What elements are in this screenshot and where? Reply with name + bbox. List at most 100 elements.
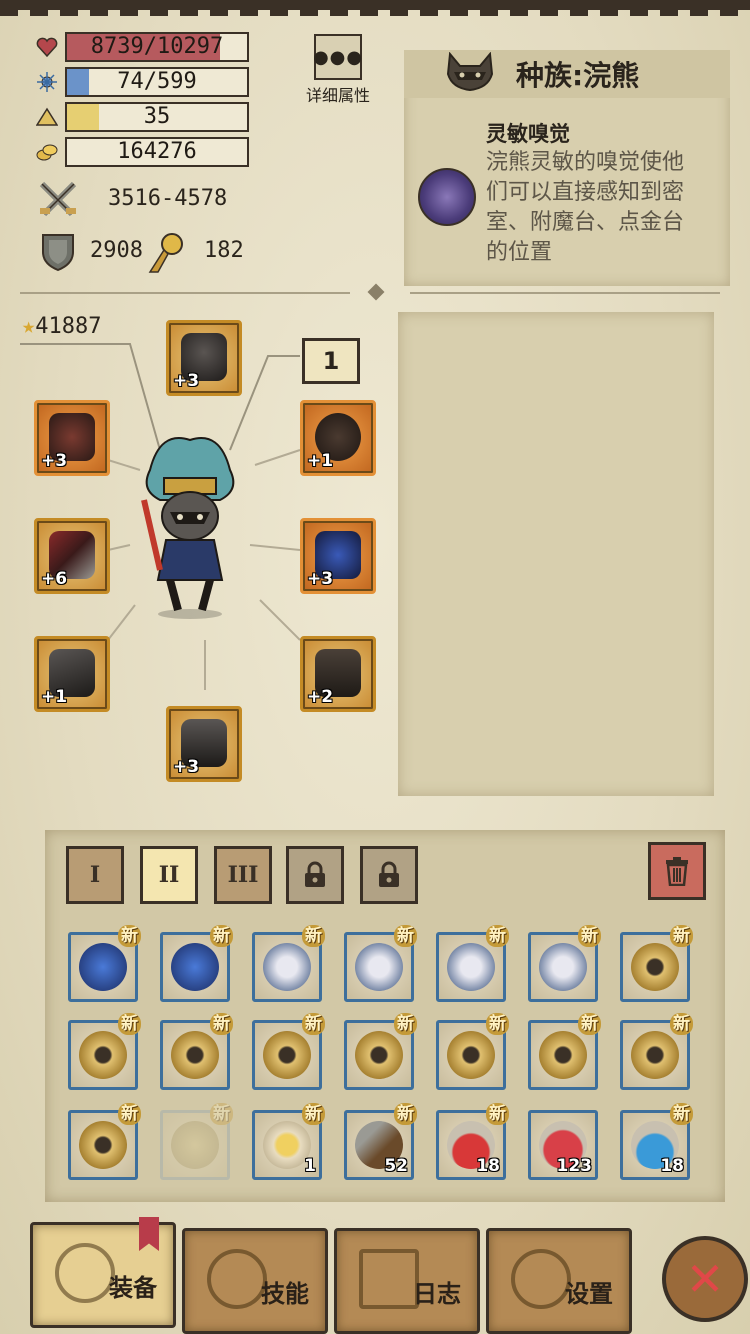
inventory-slot[interactable]: 新 <box>68 925 141 1002</box>
new-badge: 新 <box>118 1103 141 1125</box>
item-quantity: 18 <box>476 1156 500 1176</box>
new-badge: 新 <box>118 925 141 947</box>
inventory-slot[interactable]: 新 <box>528 925 601 1002</box>
amulet-slot[interactable]: +3 <box>34 400 110 476</box>
race-title: 种族:浣熊 <box>516 59 640 92</box>
character-portrait <box>130 430 250 620</box>
gloves-enhance: +1 <box>41 687 68 707</box>
weapon-enhance: +6 <box>41 569 68 589</box>
new-badge: 新 <box>670 925 693 947</box>
gold-ring-icon <box>79 1121 127 1169</box>
bookmark-ribbon-icon <box>139 1217 159 1251</box>
item-detail-panel <box>398 312 714 796</box>
gloves-slot[interactable]: +1 <box>34 636 110 712</box>
inventory-tab-2-label: II <box>158 862 180 888</box>
gold-ring-icon <box>447 1031 495 1079</box>
close-button[interactable]: ✕ <box>662 1236 748 1322</box>
armor-slot[interactable]: +3 <box>300 518 376 594</box>
inventory-slot[interactable]: 新 18 <box>436 1103 509 1180</box>
game-screen: 8739/10297 74/599 35 164276 3516-4578 29… <box>0 0 750 1334</box>
helmet-enhance: +3 <box>173 371 200 391</box>
lock-icon <box>379 861 399 887</box>
inventory-slot[interactable]: 新 <box>68 1013 141 1090</box>
item-quantity: 52 <box>384 1156 408 1176</box>
gear-nav-icon <box>511 1249 571 1309</box>
inventory-slot[interactable]: 新 <box>436 1013 509 1090</box>
inventory-slot[interactable]: 新 <box>620 925 693 1002</box>
ring-slot[interactable]: +1 <box>300 400 376 476</box>
new-badge: 新 <box>394 1103 417 1125</box>
inventory-slot[interactable]: 新 <box>252 1013 325 1090</box>
trash-button[interactable] <box>648 842 706 900</box>
inventory-tab-3-label: III <box>227 862 259 888</box>
nav-settings-tab[interactable]: 设置 <box>486 1228 632 1334</box>
inventory-slot[interactable]: 新 <box>344 1013 417 1090</box>
divider-right <box>410 292 720 294</box>
item-quantity: 123 <box>556 1156 593 1176</box>
inventory-slot[interactable]: 新 52 <box>344 1103 417 1180</box>
inventory-tab-2[interactable]: II <box>140 846 198 904</box>
new-badge: 新 <box>578 925 601 947</box>
skill-name: 灵敏嗅觉 <box>486 122 570 146</box>
boots-slot[interactable]: +3 <box>166 706 242 782</box>
inventory-slot[interactable]: 新 <box>160 925 233 1002</box>
inventory-tab-1[interactable]: I <box>66 846 124 904</box>
nav-log-tab[interactable]: 日志 <box>334 1228 480 1334</box>
inventory-slot[interactable]: 新 <box>160 1103 233 1180</box>
new-badge: 新 <box>670 1103 693 1125</box>
boots-enhance: +3 <box>173 757 200 777</box>
lock-icon <box>305 861 325 887</box>
new-badge: 新 <box>670 1013 693 1035</box>
gold-ring-icon <box>631 943 679 991</box>
inventory-tab-3[interactable]: III <box>214 846 272 904</box>
inventory-slot[interactable]: 新 <box>252 925 325 1002</box>
inventory-tab-4-locked[interactable] <box>286 846 344 904</box>
gold-ring-icon <box>171 1031 219 1079</box>
new-badge: 新 <box>118 1013 141 1035</box>
race-panel: 种族:浣熊 灵敏嗅觉 浣熊灵敏的嗅觉使他们可以直接感知到密室、附魔台、点金台的位… <box>404 50 730 286</box>
new-badge: 新 <box>486 1013 509 1035</box>
pants-enhance: +2 <box>307 687 334 707</box>
nav-equip-label: 装备 <box>109 1274 157 1302</box>
inventory-slot[interactable]: 新 <box>620 1013 693 1090</box>
keen-smell-skill-icon[interactable] <box>418 168 476 226</box>
inventory-slot[interactable]: 新 <box>68 1103 141 1180</box>
nav-log-label: 日志 <box>413 1280 461 1308</box>
nav-equip-tab[interactable]: 装备 <box>30 1217 176 1328</box>
new-badge: 新 <box>210 1013 233 1035</box>
spoiled-food-icon <box>171 1121 219 1169</box>
pants-slot[interactable]: +2 <box>300 636 376 712</box>
inventory-slot[interactable]: 新 <box>528 1013 601 1090</box>
nav-skills-label: 技能 <box>261 1280 309 1308</box>
new-badge: 新 <box>394 1013 417 1035</box>
new-badge: 新 <box>578 1013 601 1035</box>
race-header: 种族:浣熊 <box>404 50 730 98</box>
inventory-slot[interactable]: 新 18 <box>620 1103 693 1180</box>
inventory-slot[interactable]: 新 <box>436 925 509 1002</box>
nav-skills-tab[interactable]: 技能 <box>182 1228 328 1334</box>
new-badge: 新 <box>210 1103 233 1125</box>
book-nav-icon <box>359 1249 419 1309</box>
ring-enhance: +1 <box>307 451 334 471</box>
inventory-slot[interactable]: 新 <box>160 1013 233 1090</box>
axe-nav-icon <box>55 1243 115 1303</box>
inventory-slot[interactable]: 新1 <box>252 1103 325 1180</box>
gold-ring-icon <box>263 1031 311 1079</box>
blue-amulet-icon <box>171 943 219 991</box>
new-badge: 新 <box>486 925 509 947</box>
new-badge: 新 <box>302 1013 325 1035</box>
inventory-tab-5-locked[interactable] <box>360 846 418 904</box>
trash-icon <box>666 857 688 886</box>
amulet-enhance: +3 <box>41 451 68 471</box>
skills-nav-icon <box>207 1249 267 1309</box>
gold-ring-icon <box>539 1031 587 1079</box>
silver-ring-icon <box>539 943 587 991</box>
inventory-slot[interactable]: 新 <box>344 925 417 1002</box>
raccoon-icon <box>444 51 496 96</box>
close-icon: ✕ <box>685 1252 725 1306</box>
blue-amulet-icon <box>79 943 127 991</box>
silver-ring-icon <box>447 943 495 991</box>
inventory-slot[interactable]: 123 <box>528 1110 598 1180</box>
helmet-slot[interactable]: +3 <box>166 320 242 396</box>
weapon-slot[interactable]: +6 <box>34 518 110 594</box>
